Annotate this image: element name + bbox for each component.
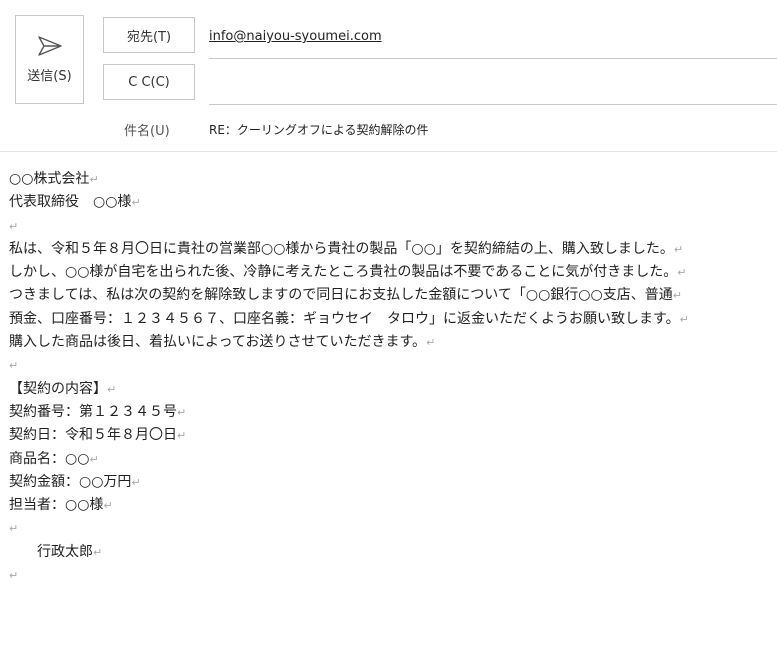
body-line: 【契約の内容】↵ xyxy=(9,380,117,397)
body-line: 預金、口座番号：１２３４５６７、口座名義：ギョウセイ タロウ」に返金いただくよう… xyxy=(9,310,689,327)
body-line: ○○株式会社↵ xyxy=(9,171,99,187)
paragraph-mark-icon: ↵ xyxy=(9,219,19,233)
send-label: 送信(S) xyxy=(27,69,72,84)
body-line: 購入した商品は後日、着払いによってお送りさせていただきます。↵ xyxy=(9,334,436,351)
paragraph-mark-icon: ↵ xyxy=(9,359,19,373)
body-line: 契約金額：○○万円↵ xyxy=(9,473,141,490)
body-line: 行政太郎↵ xyxy=(9,543,103,560)
paragraph-mark-icon: ↵ xyxy=(131,196,141,210)
send-button[interactable]: 送信(S) xyxy=(15,15,84,104)
paragraph-mark-icon: ↵ xyxy=(672,289,682,303)
paragraph-mark-icon: ↵ xyxy=(177,429,187,443)
body-line: 私は、令和５年８月〇日に貴社の営業部○○様から貴社の製品「○○」を契約締結の上、… xyxy=(9,240,684,257)
to-field[interactable]: info@naiyou-syoumei.com xyxy=(209,29,382,44)
subject-label: 件名(U) xyxy=(124,124,170,139)
header-divider xyxy=(0,151,777,152)
body-line: しかし、○○様が自宅を出られた後、冷静に考えたところ貴社の製品は不要であることに… xyxy=(9,264,687,281)
paragraph-mark-icon: ↵ xyxy=(177,405,187,419)
body-line: 契約日：令和５年８月〇日↵ xyxy=(9,427,187,444)
paragraph-mark-icon: ↵ xyxy=(89,173,99,186)
body-line: 商品名：○○↵ xyxy=(9,450,99,467)
paragraph-mark-icon: ↵ xyxy=(9,569,19,583)
paragraph-mark-icon: ↵ xyxy=(426,336,436,350)
paragraph-mark-icon: ↵ xyxy=(131,475,141,489)
paragraph-mark-icon: ↵ xyxy=(107,382,117,396)
body-line: ↵ xyxy=(9,517,777,540)
paragraph-mark-icon: ↵ xyxy=(93,545,103,559)
paragraph-mark-icon: ↵ xyxy=(677,266,687,280)
subject-field[interactable]: RE：クーリングオフによる契約解除の件 xyxy=(209,121,429,138)
body-line: 代表取締役 ○○様↵ xyxy=(9,194,141,211)
cc-button[interactable]: C C(C) xyxy=(103,64,195,100)
paragraph-mark-icon: ↵ xyxy=(89,452,99,466)
paragraph-mark-icon: ↵ xyxy=(9,522,19,536)
body-line: ↵ xyxy=(9,564,777,587)
body-line: つきましては、私は次の契約を解除致しますので同日にお支払した金額について「○○銀… xyxy=(9,287,682,304)
paragraph-mark-icon: ↵ xyxy=(673,242,684,256)
to-field-underline xyxy=(209,58,777,59)
body-line: ↵ xyxy=(9,354,777,377)
send-icon xyxy=(37,36,62,56)
body-line: 契約番号：第１２３４５号↵ xyxy=(9,403,187,420)
cc-field[interactable] xyxy=(209,104,777,105)
paragraph-mark-icon: ↵ xyxy=(679,312,689,326)
paragraph-mark-icon: ↵ xyxy=(103,499,113,513)
body-line: 担当者：○○様↵ xyxy=(9,497,113,514)
body-line: ↵ xyxy=(9,215,777,238)
message-body[interactable]: ○○株式会社↵ 代表取締役 ○○様↵ ↵ 私は、令和５年８月〇日に貴社の営業部○○様か… xyxy=(9,168,777,587)
to-button[interactable]: 宛先(T) xyxy=(103,17,195,53)
